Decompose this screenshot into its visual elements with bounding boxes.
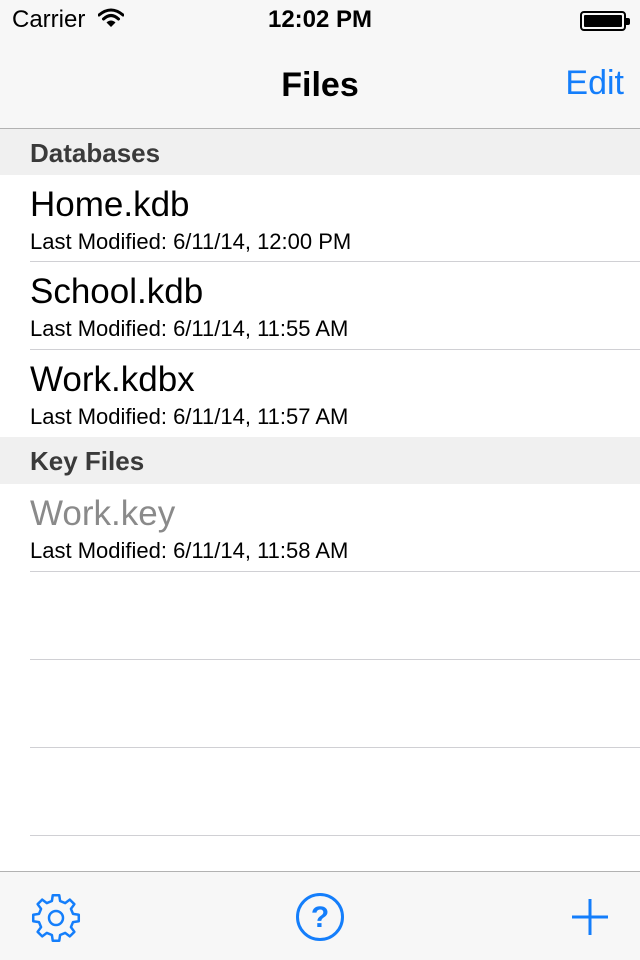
section-title: Key Files (30, 446, 145, 476)
section-header-databases: Databases (0, 129, 640, 175)
navigation-bar: Files Edit (0, 40, 640, 129)
file-modified: Last Modified: 6/11/14, 11:57 AM (30, 404, 349, 429)
file-modified: Last Modified: 6/11/14, 12:00 PM (30, 229, 352, 254)
section-title: Databases (30, 138, 161, 168)
edit-button[interactable]: Edit (565, 64, 624, 103)
section-header-key-files: Key Files (0, 437, 640, 484)
file-row[interactable]: Work.kdbx Last Modified: 6/11/14, 11:57 … (0, 350, 640, 438)
file-name: Work.kdbx (30, 360, 195, 399)
svg-text:?: ? (311, 901, 329, 934)
file-name: Home.kdb (30, 185, 190, 224)
file-modified: Last Modified: 6/11/14, 11:55 AM (30, 316, 349, 341)
page-title: Files (281, 66, 359, 104)
gear-icon[interactable] (30, 892, 82, 949)
key-file-row[interactable]: Work.key Last Modified: 6/11/14, 11:58 A… (0, 484, 640, 572)
status-bar: Carrier 12:02 PM (0, 0, 640, 40)
bottom-toolbar: ? (0, 871, 640, 960)
file-name: Work.key (30, 494, 176, 533)
battery-icon (580, 11, 630, 31)
clock: 12:02 PM (267, 6, 373, 33)
empty-row-separator (30, 835, 640, 836)
file-row[interactable]: School.kdb Last Modified: 6/11/14, 11:55… (0, 262, 640, 350)
file-modified: Last Modified: 6/11/14, 11:58 AM (30, 538, 349, 563)
empty-row-separator (30, 659, 640, 660)
empty-row-separator (30, 747, 640, 748)
file-row[interactable]: Home.kdb Last Modified: 6/11/14, 12:00 P… (0, 175, 640, 263)
plus-icon[interactable] (571, 898, 609, 941)
row-separator (30, 571, 640, 572)
help-icon[interactable]: ? (295, 892, 345, 947)
file-name: School.kdb (30, 272, 204, 311)
